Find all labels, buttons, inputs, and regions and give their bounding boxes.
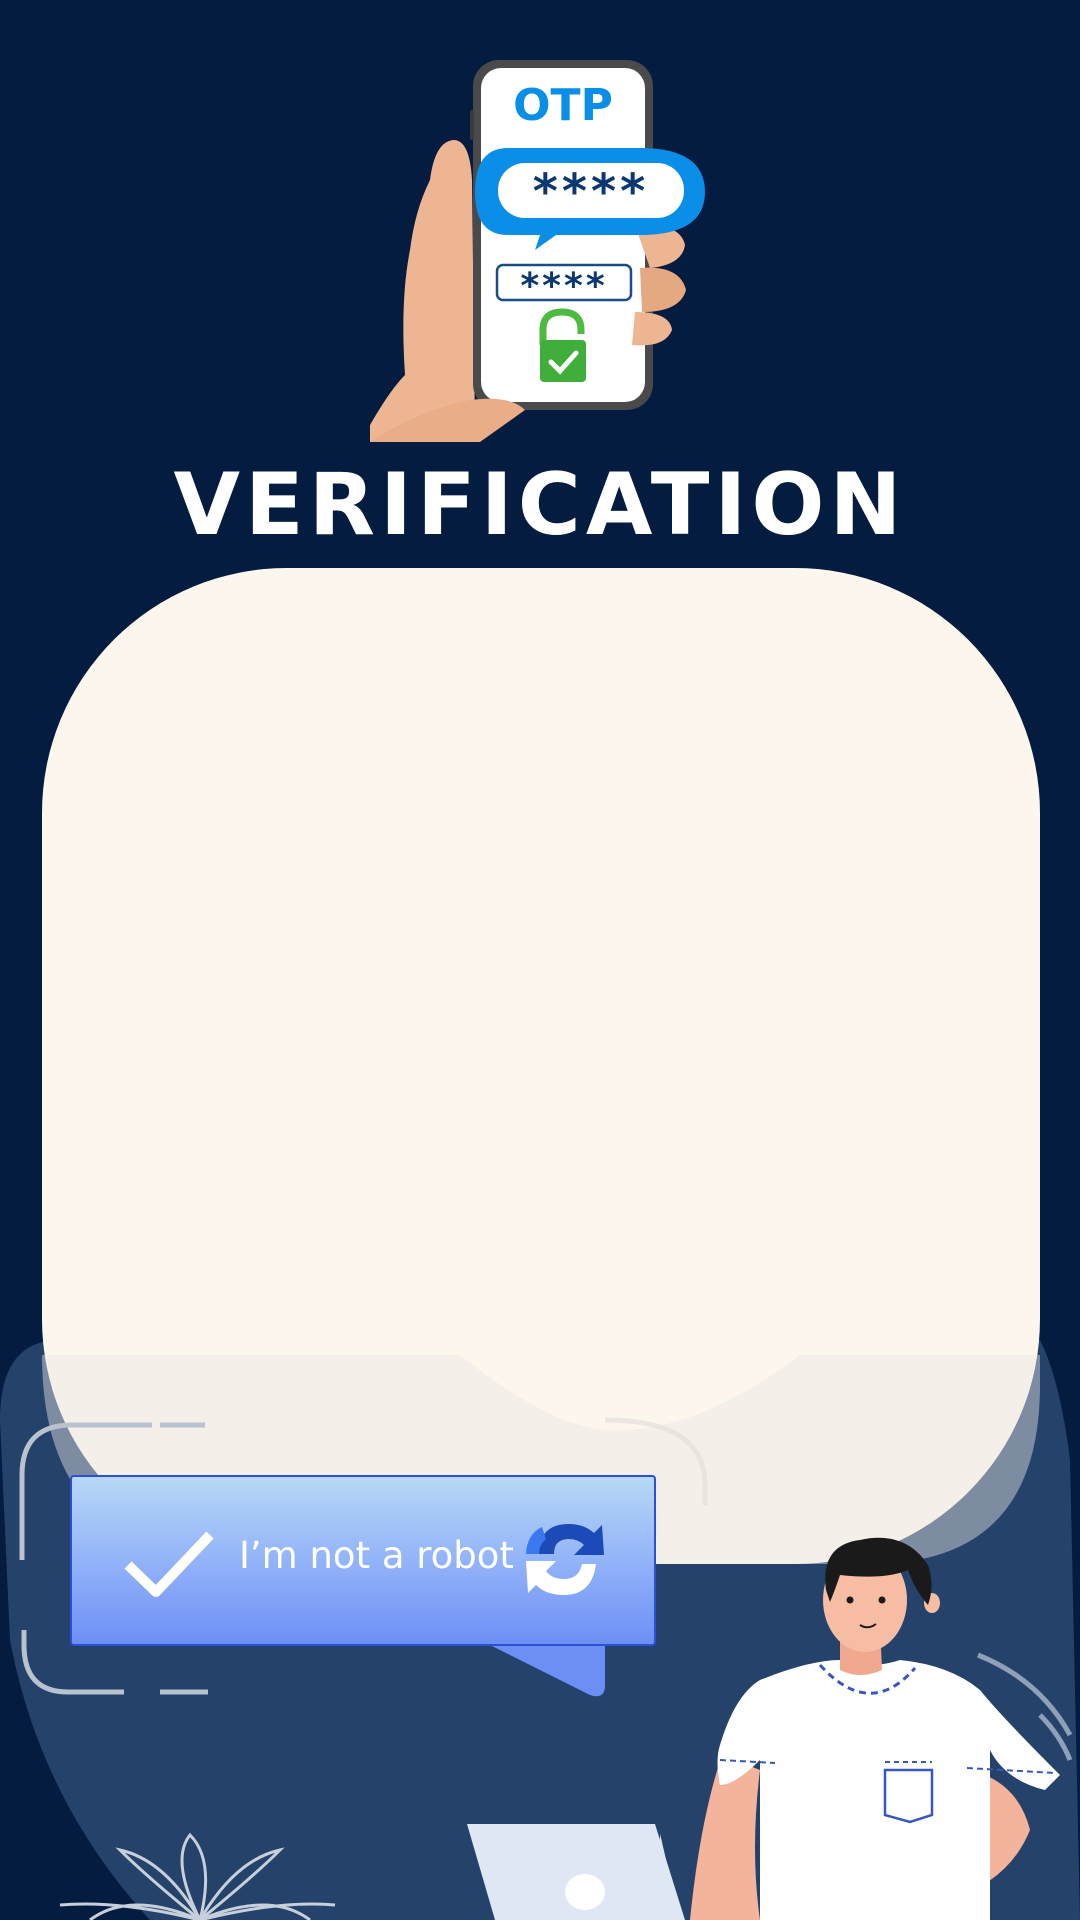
otp-bubble-code: **** <box>533 164 649 220</box>
otp-phone-illustration: OTP **** **** <box>370 60 705 442</box>
otp-field-code: **** <box>520 266 607 307</box>
plant-illustration <box>59 1832 336 1920</box>
laptop <box>467 1824 685 1920</box>
captcha-label: I’m not a robot <box>239 1534 514 1577</box>
checkmark-icon[interactable] <box>124 1529 214 1599</box>
page-title: VERIFICATION <box>173 455 907 555</box>
otp-label: OTP <box>513 80 613 131</box>
captcha-widget[interactable]: I’m not a robot <box>70 1475 656 1646</box>
captcha-tail <box>490 1645 605 1697</box>
dashed-frame-corner <box>21 1630 208 1695</box>
recaptcha-icon <box>526 1524 604 1595</box>
person-illustration <box>660 1537 1073 1920</box>
